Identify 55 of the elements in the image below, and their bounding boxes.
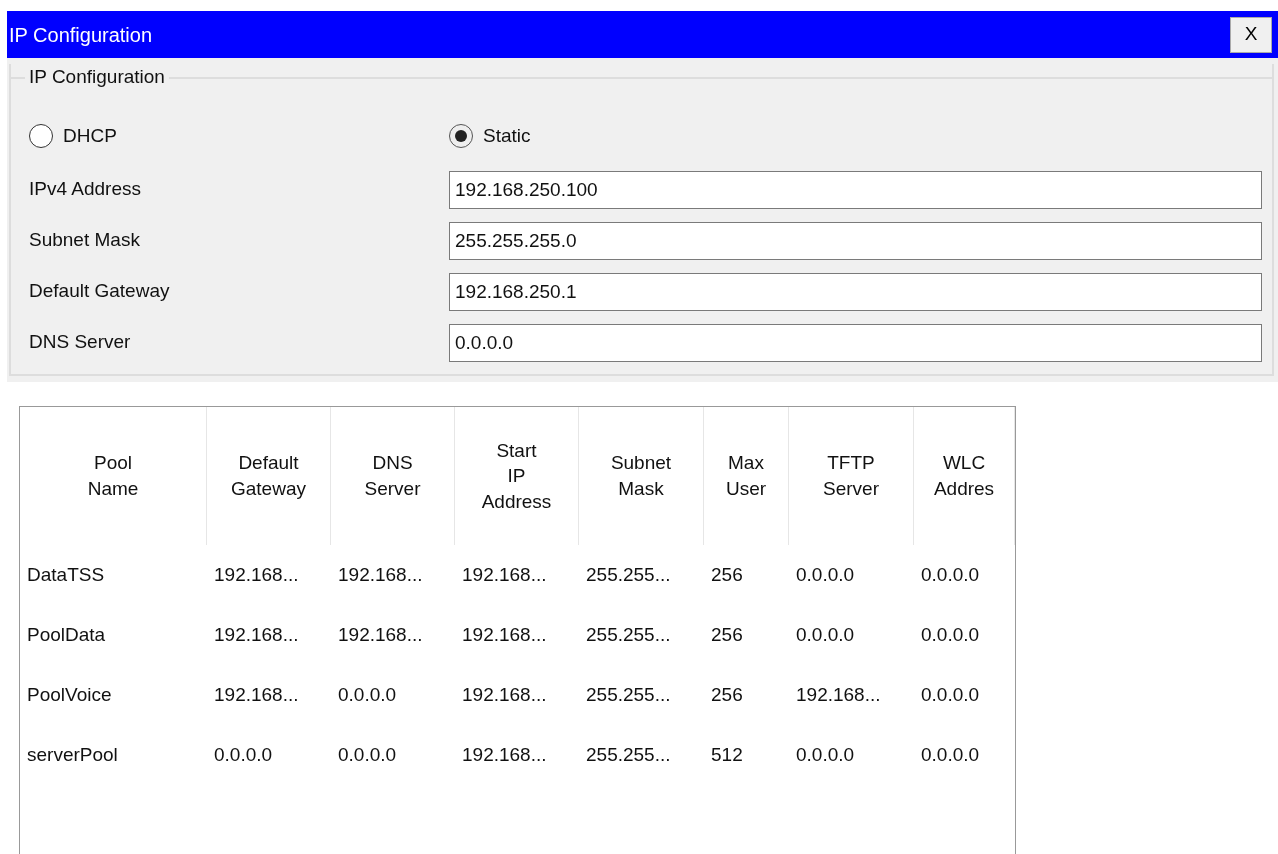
input-field[interactable]: 255.255.255.0 [449,221,1262,260]
column-header[interactable]: Start IP Address [455,407,579,545]
table-cell-text: 192.168... [461,622,548,647]
table-cell-text: 192.168... [337,562,424,587]
table-cell-text: 0.0.0.0 [920,622,981,647]
column-header[interactable]: Default Gateway [207,407,331,545]
radio-label[interactable]: Static [483,121,531,150]
table-cell-text: 192.168... [337,622,424,647]
field-label: Default Gateway [29,279,171,304]
table-cell-text: serverPool [26,742,119,767]
table-cell-text: 256 [710,622,744,647]
table-cell-text: 0.0.0.0 [920,682,981,707]
table-cell-text: 255.255... [585,682,672,707]
field-label: DNS Server [29,330,132,355]
table-cell-text: 192.168... [461,742,548,767]
radio-label[interactable]: DHCP [63,121,117,150]
table-cell-text: 192.168... [213,622,300,647]
radio-button[interactable] [449,123,473,148]
field-label: Subnet Mask [29,228,141,253]
table-cell-text: 192.168... [795,682,882,707]
table-cell-text: 0.0.0.0 [920,562,981,587]
table-cell-text: 0.0.0.0 [920,742,981,767]
window-title: IP Configuration [9,22,153,48]
table-cell-text: 0.0.0.0 [795,622,856,647]
table-cell-text: PoolData [26,622,107,647]
table-cell-text: 256 [710,562,744,587]
table-cell-text: 192.168... [213,682,300,707]
group-legend: IP Configuration [25,63,169,92]
table-cell-text: 0.0.0.0 [213,742,274,767]
table-cell-text: DataTSS [26,562,106,587]
column-header[interactable]: Max User [704,407,789,545]
table-cell-text: 512 [710,742,744,767]
table-cell-text: 255.255... [585,622,672,647]
table-cell-text: 0.0.0.0 [337,682,398,707]
table-cell-text: 192.168... [213,562,300,587]
input-field[interactable]: 192.168.250.100 [449,170,1262,209]
table-cell-text: 0.0.0.0 [795,742,856,767]
table-cell-text: 255.255... [585,562,672,587]
column-header[interactable]: TFTP Server [789,407,914,545]
close-button[interactable]: X [1230,16,1272,53]
table-cell-text: 255.255... [585,742,672,767]
table-cell-text: 0.0.0.0 [337,742,398,767]
table-cell-text: PoolVoice [26,682,113,707]
column-header[interactable]: WLC Addres [914,407,1015,545]
table-cell-text: 256 [710,682,744,707]
input-field[interactable]: 192.168.250.1 [449,272,1262,311]
table-cell-text: 192.168... [461,562,548,587]
column-header[interactable]: Subnet Mask [579,407,704,545]
column-header[interactable]: Pool Name [20,407,207,545]
column-header[interactable]: DNS Server [331,407,455,545]
field-label: IPv4 Address [29,177,142,202]
input-field[interactable]: 0.0.0.0 [449,323,1262,362]
table-cell-text: 192.168... [461,682,548,707]
radio-button[interactable] [29,123,53,148]
table-cell-text: 0.0.0.0 [795,562,856,587]
